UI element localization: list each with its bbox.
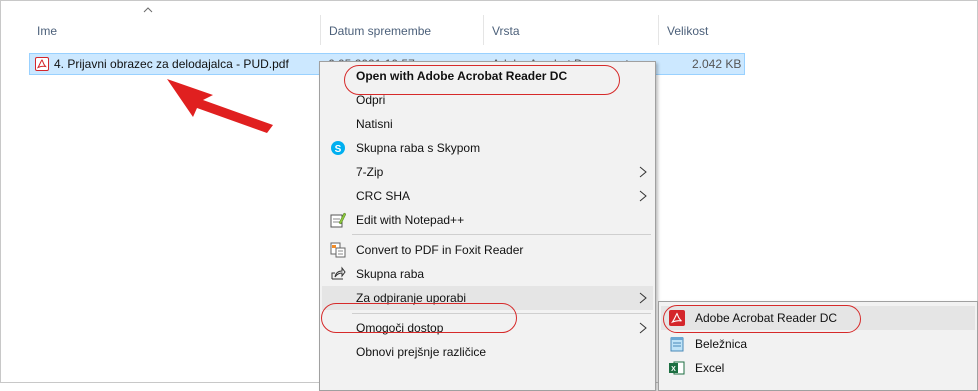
menu-item-label: Skupna raba s Skypom <box>356 141 481 155</box>
notepad-icon <box>670 337 684 352</box>
chevron-right-icon <box>639 322 647 334</box>
column-header-type[interactable]: Vrsta <box>492 19 520 43</box>
chevron-right-icon <box>639 166 647 178</box>
column-divider[interactable] <box>658 15 659 45</box>
menu-item-restore-versions[interactable]: Obnovi prejšnje različice <box>322 340 653 364</box>
column-header-date[interactable]: Datum spremembe <box>329 19 431 43</box>
annotation-arrow-icon <box>167 79 273 133</box>
menu-item-label: CRC SHA <box>356 189 411 203</box>
menu-item-7zip[interactable]: 7-Zip <box>322 160 653 184</box>
menu-item-convert-foxit[interactable]: Convert to PDF in Foxit Reader <box>322 238 653 262</box>
menu-item-label: Edit with Notepad++ <box>356 213 465 227</box>
file-name: 4. Prijavni obrazec za delodajalca - PUD… <box>54 57 289 71</box>
menu-item-label: Natisni <box>356 117 393 131</box>
share-icon <box>331 266 346 280</box>
menu-item-edit-notepadpp[interactable]: Edit with Notepad++ <box>322 208 653 232</box>
notepad-plus-plus-icon <box>330 212 346 228</box>
pdf-file-icon <box>35 57 49 71</box>
menu-separator <box>352 234 651 235</box>
chevron-right-icon <box>639 190 647 202</box>
excel-icon: X <box>669 361 685 375</box>
svg-text:S: S <box>335 144 342 155</box>
submenu-item-excel[interactable]: X Excel <box>661 356 975 380</box>
chevron-right-icon <box>639 292 647 304</box>
menu-item-crc-sha[interactable]: CRC SHA <box>322 184 653 208</box>
menu-item-label: Convert to PDF in Foxit Reader <box>356 243 524 257</box>
annotation-highlight-acrobat <box>663 305 861 333</box>
submenu-item-notepad[interactable]: Beležnica <box>661 332 975 356</box>
context-menu: Open with Adobe Acrobat Reader DC Odpri … <box>319 61 656 391</box>
foxit-convert-icon <box>330 242 346 258</box>
menu-item-label: 7-Zip <box>356 165 384 179</box>
menu-item-print[interactable]: Natisni <box>322 112 653 136</box>
menu-item-label: Skupna raba <box>356 267 425 281</box>
menu-item-label: Obnovi prejšnje različice <box>356 345 487 359</box>
skype-icon: S <box>331 141 345 155</box>
column-divider[interactable] <box>483 15 484 45</box>
column-divider[interactable] <box>320 15 321 45</box>
annotation-highlight-open-with <box>321 303 517 333</box>
column-header-size[interactable]: Velikost <box>667 19 708 43</box>
annotation-highlight-open-with-acrobat <box>344 65 620 95</box>
menu-item-label: Beležnica <box>695 337 748 351</box>
column-header-name[interactable]: Ime <box>37 19 57 43</box>
menu-item-share[interactable]: Skupna raba <box>322 262 653 286</box>
sort-ascending-icon <box>143 7 153 13</box>
menu-item-share-skype[interactable]: S Skupna raba s Skypom <box>322 136 653 160</box>
menu-item-label: Excel <box>695 361 725 375</box>
file-size: 2.042 KB <box>692 57 742 71</box>
svg-text:X: X <box>671 366 676 373</box>
